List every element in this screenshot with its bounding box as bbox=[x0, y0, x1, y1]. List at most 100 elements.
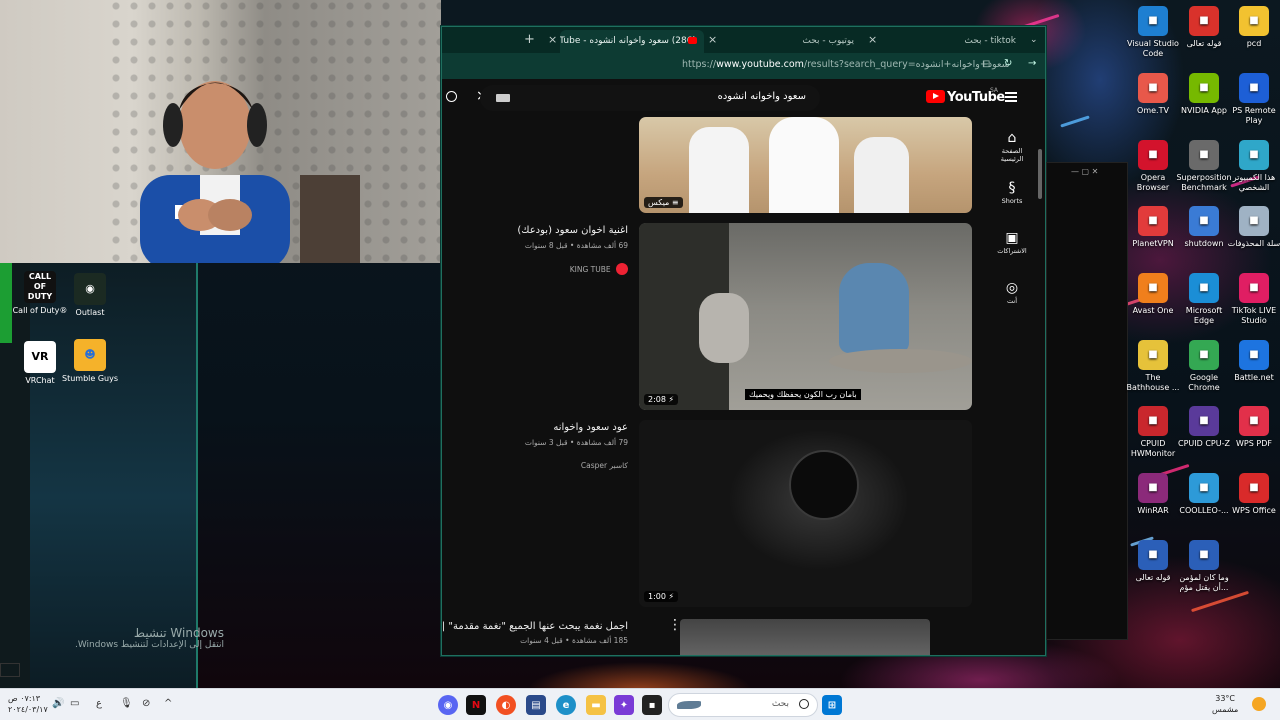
desktop-icon-pdf[interactable]: ■ قوله تعالى bbox=[1176, 6, 1232, 49]
rail-subscriptions[interactable]: ▣ الاشتراكات bbox=[990, 229, 1034, 255]
desktop-icon-shutdown[interactable]: ■ shutdown bbox=[1176, 206, 1232, 249]
channel-name[interactable]: KING TUBE bbox=[570, 263, 628, 275]
desktop-icon-label: TikTok LIVE Studio bbox=[1231, 306, 1277, 325]
terminal-icon[interactable]: ▪ bbox=[642, 695, 662, 715]
search-icon[interactable] bbox=[446, 91, 457, 102]
desktop-icon-avast[interactable]: ■ Avast One bbox=[1125, 273, 1181, 316]
video-title[interactable]: اغنية اخوان سعود (بودعك) bbox=[517, 225, 628, 236]
chevron-down-icon[interactable]: ⌄ bbox=[1030, 33, 1038, 47]
video-thumbnail-mix[interactable]: ميكس ≡ bbox=[639, 117, 972, 213]
desktop-icon-label: قوله تعالى bbox=[1135, 573, 1171, 582]
outlast-icon: ◉ bbox=[74, 273, 106, 305]
word-doc-icon: ■ bbox=[1189, 540, 1219, 570]
desktop-icon-edge[interactable]: ■ Microsoft Edge bbox=[1176, 273, 1232, 326]
desktop-icon-superposition[interactable]: ■ Superposition Benchmark bbox=[1176, 140, 1232, 193]
network-icon[interactable]: ▭ bbox=[70, 698, 79, 709]
keyboard-icon[interactable] bbox=[496, 94, 510, 102]
desktop-icon-wps-office[interactable]: ■ WPS Office bbox=[1226, 473, 1280, 516]
desktop-icon-this-pc[interactable]: ■ هذا الكمبيوتر الشخصي bbox=[1226, 140, 1280, 193]
background-window: — ▢ ✕ bbox=[1046, 162, 1128, 640]
tab-close-icon[interactable]: × bbox=[708, 33, 717, 47]
discord-icon[interactable]: ◉ bbox=[438, 695, 458, 715]
address-bar[interactable]: https://www.youtube.com/results?search_q… bbox=[442, 53, 1045, 79]
desktop-icon-label: Google Chrome bbox=[1188, 373, 1220, 392]
shark-icon bbox=[677, 701, 701, 709]
language-indicator[interactable]: ع bbox=[96, 698, 102, 709]
tab-background-2[interactable]: يوتيوب - بحث bbox=[782, 30, 862, 53]
left-window-edge bbox=[0, 263, 30, 688]
desktop-icon-tiktok-live[interactable]: ■ TikTok LIVE Studio bbox=[1226, 273, 1280, 326]
desktop-icon-label: The Bathhouse ... bbox=[1126, 373, 1180, 392]
tab-close-icon[interactable]: × bbox=[548, 33, 557, 47]
rail-home[interactable]: ⌂ الصفحة الرئيسية bbox=[990, 129, 1034, 163]
desktop-icon-label: WinRAR bbox=[1137, 506, 1169, 515]
new-tab-button[interactable]: + bbox=[524, 33, 535, 47]
window-controls[interactable]: — ▢ ✕ bbox=[1071, 167, 1098, 176]
desktop-icon-label: WPS Office bbox=[1232, 506, 1276, 515]
desktop-icon-chrome[interactable]: ■ Google Chrome bbox=[1176, 340, 1232, 393]
desktop-icon-coolleo[interactable]: ■ COOLLEO-... bbox=[1176, 473, 1232, 516]
you-icon: ◎ bbox=[1005, 280, 1019, 296]
desktop-icon-recycle-bin[interactable]: ■ سلة المحذوفات bbox=[1226, 206, 1280, 249]
app-taskbar-icon[interactable]: ✦ bbox=[614, 695, 634, 715]
chevron-up-icon[interactable]: ^ bbox=[164, 698, 172, 709]
forward-icon[interactable]: → bbox=[1028, 58, 1036, 69]
microphone-icon[interactable]: 🎙 bbox=[120, 698, 133, 709]
scrollbar[interactable] bbox=[1038, 149, 1042, 199]
wps-office-icon: ■ bbox=[1239, 473, 1269, 503]
video-thumbnail[interactable]: بامان رب الكون يحفظك ويحميك 2:08 ⚡ bbox=[639, 223, 972, 410]
region-code: SA bbox=[990, 87, 999, 94]
desktop-icon-bathhouse[interactable]: ■ The Bathhouse ... bbox=[1125, 340, 1181, 393]
start-button[interactable]: ⊞ bbox=[822, 695, 842, 715]
desktop-icon-opera[interactable]: ■ Opera Browser bbox=[1125, 140, 1181, 193]
desktop-icon-folder[interactable]: ■ pcd bbox=[1226, 6, 1280, 49]
tab-active-youtube[interactable]: (286) سعود واخوانه انشوده - YouTube bbox=[560, 30, 704, 53]
edge-taskbar-icon[interactable]: e bbox=[556, 695, 576, 715]
desktop-icon-vscode[interactable]: ■ Visual Studio Code bbox=[1125, 6, 1181, 59]
browser-window: tiktok - بحث × يوتيوب - بحث × (286) سعود… bbox=[441, 26, 1046, 656]
tab-close-icon[interactable]: × bbox=[868, 33, 877, 47]
desktop-icon-ps-remote-play[interactable]: ■ PS Remote Play bbox=[1226, 73, 1280, 126]
video-meta: 69 ألف مشاهدة • قبل 8 سنوات bbox=[524, 241, 628, 250]
video-title[interactable]: عود سعود واخوانه bbox=[553, 422, 628, 433]
taskbar-search[interactable]: بحث bbox=[668, 693, 818, 717]
rail-you[interactable]: ◎ أنت bbox=[990, 279, 1034, 305]
tab-background-1[interactable]: tiktok - بحث bbox=[954, 30, 1024, 53]
clock[interactable]: ٠٧:١٣ ص ٢٠٢٤/٠٣/١٧ bbox=[8, 693, 48, 715]
this-pc-icon: ■ bbox=[1239, 140, 1269, 170]
desktop-icon-word-doc[interactable]: ■ قوله تعالى bbox=[1125, 540, 1181, 583]
desktop-icon-winrar[interactable]: ■ WinRAR bbox=[1125, 473, 1181, 516]
volume-icon[interactable]: 🔊 bbox=[52, 698, 64, 709]
desktop-icon-label: CPUID CPU-Z bbox=[1178, 439, 1230, 448]
desktop-icon-label: shutdown bbox=[1184, 239, 1224, 248]
rail-shorts[interactable]: § Shorts bbox=[990, 179, 1034, 205]
reload-icon[interactable]: ↻ bbox=[1004, 58, 1012, 69]
desktop-icon-label: pcd bbox=[1246, 39, 1262, 48]
superposition-icon: ■ bbox=[1189, 140, 1219, 170]
desktop-icon-cpuz[interactable]: ■ CPUID CPU-Z bbox=[1176, 406, 1232, 449]
menu-icon[interactable] bbox=[1005, 92, 1017, 102]
camera-off-icon[interactable]: ⊘ bbox=[142, 698, 150, 709]
desktop-icon-hwmonitor[interactable]: ■ CPUID HWMonitor bbox=[1125, 406, 1181, 459]
store-icon[interactable]: ▤ bbox=[526, 695, 546, 715]
taskbar: ٠٧:١٣ ص ٢٠٢٤/٠٣/١٧ 🔊 ▭ ع 🎙 ⊘ ^ ◉ N ◐ ▤ e… bbox=[0, 688, 1280, 720]
desktop-icon-stumble-guys[interactable]: ☻ Stumble Guys bbox=[58, 339, 122, 384]
file-explorer-icon[interactable]: ▬ bbox=[586, 695, 606, 715]
channel-name[interactable]: Casper كاسبر bbox=[581, 461, 628, 470]
desktop-icon-nvidia[interactable]: ■ NVIDIA App bbox=[1176, 73, 1232, 116]
desktop-icon-label: Visual Studio Code bbox=[1127, 39, 1179, 58]
weather-widget[interactable]: 33°C مشمس bbox=[1212, 693, 1238, 715]
video-thumbnail[interactable]: 1:00 ⚡ bbox=[639, 420, 972, 607]
desktop-icon-wps-pdf[interactable]: ■ WPS PDF bbox=[1226, 406, 1280, 449]
office-icon[interactable]: ◐ bbox=[496, 695, 516, 715]
desktop-icon-word-doc[interactable]: ■ وما كان لمؤمن أن يقتل مؤم... bbox=[1176, 540, 1232, 593]
desktop-icon-ometv[interactable]: ■ Ome.TV bbox=[1125, 73, 1181, 116]
desktop-icon-battlenet[interactable]: ■ Battle.net bbox=[1226, 340, 1280, 383]
video-title[interactable]: اجمل نغمة يبحث عنها الجميع "نغمة مقدمة" … bbox=[442, 621, 628, 632]
desktop-icon-planetvpn[interactable]: ■ PlanetVPN bbox=[1125, 206, 1181, 249]
video-thumbnail[interactable] bbox=[680, 619, 930, 655]
netflix-icon[interactable]: N bbox=[466, 695, 486, 715]
desktop-icon-outlast[interactable]: ◉ Outlast bbox=[58, 273, 122, 318]
search-input[interactable]: سعود واخوانه انشوده bbox=[480, 85, 820, 111]
more-options-icon[interactable]: ⋮ bbox=[668, 617, 682, 633]
